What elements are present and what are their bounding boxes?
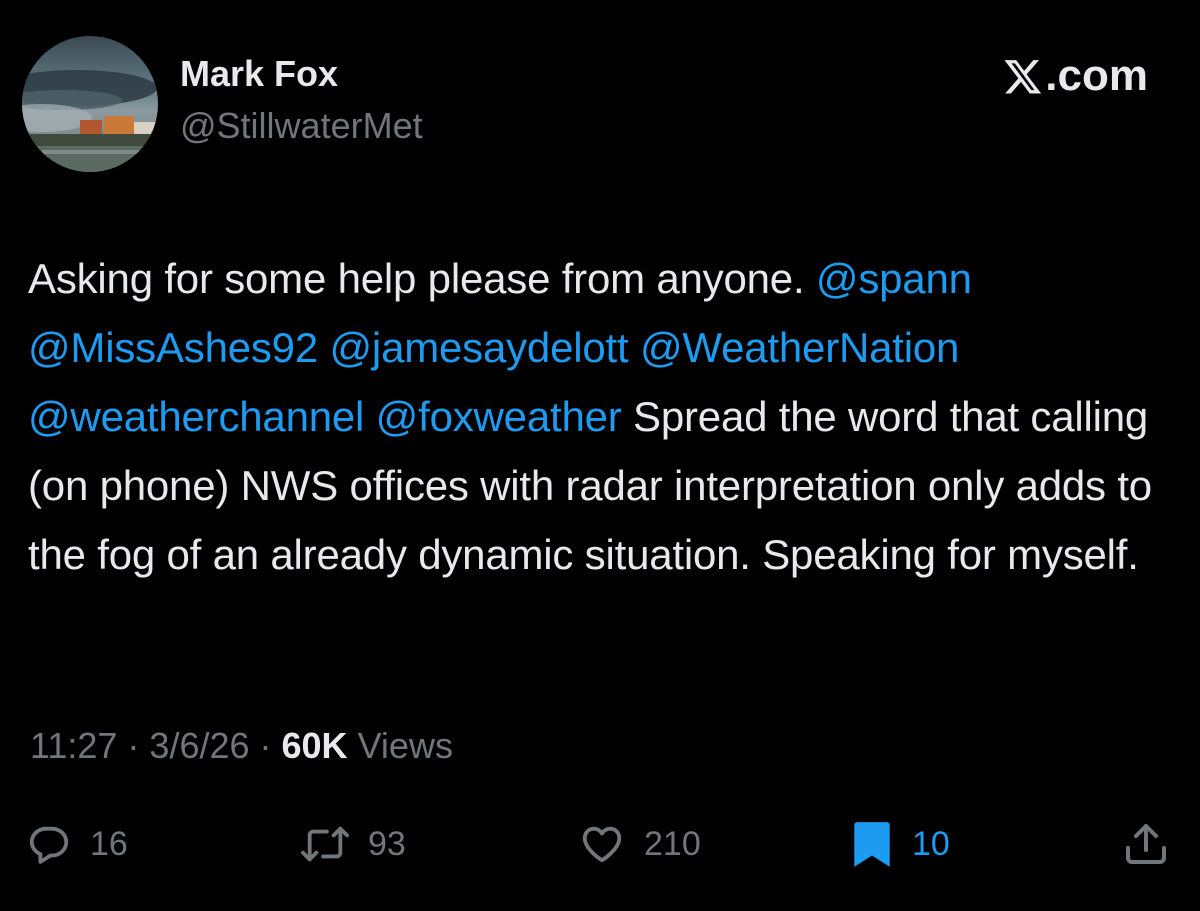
tweet-text: Asking for some help please from anyone.… [28,244,1168,589]
tweet-text-segment [318,324,329,371]
author-block[interactable]: Mark Fox @StillwaterMet [180,52,423,148]
tweet-meta: 11:27 · 3/6/26 · 60K Views [30,722,453,770]
repost-icon [301,826,349,862]
meta-separator: · [249,725,282,766]
reply-count: 16 [90,824,128,863]
mention-link[interactable]: @weatherchannel [28,393,364,440]
brand-domain: .com [1045,51,1148,100]
x-logo-icon [1004,60,1042,94]
tweet-date[interactable]: 3/6/26 [149,725,249,766]
action-bar: 16 93 210 10 [0,812,1200,876]
display-name[interactable]: Mark Fox [180,52,423,96]
avatar-storm-photo-icon [22,36,158,172]
views-label: Views [347,725,453,766]
bookmark-icon [854,822,890,867]
repost-button[interactable]: 93 [300,812,406,876]
avatar[interactable] [22,36,158,172]
bookmark-button[interactable]: 10 [850,812,950,876]
tweet-header: Mark Fox @StillwaterMet .com [0,0,1200,200]
repost-count: 93 [368,824,406,863]
like-button[interactable]: 210 [578,812,701,876]
meta-separator: · [117,725,150,766]
user-handle[interactable]: @StillwaterMet [180,104,423,148]
heart-icon [582,826,622,863]
like-count: 210 [644,824,701,863]
tweet-text-segment [364,393,375,440]
share-icon [1126,824,1166,864]
tweet-text-segment [628,324,639,371]
bookmark-count: 10 [912,824,950,863]
reply-icon [29,826,69,864]
reply-button[interactable]: 16 [26,812,128,876]
views-count: 60K [281,725,348,766]
mention-link[interactable]: @jamesaydelott [330,324,629,371]
mention-link[interactable]: @WeatherNation [640,324,959,371]
brand-watermark: .com [1003,50,1148,102]
mention-link[interactable]: @spann [816,255,972,302]
tweet-time[interactable]: 11:27 [30,725,117,766]
tweet-text-segment: Asking for some help please from anyone. [28,255,816,302]
share-button[interactable] [1122,812,1170,876]
mention-link[interactable]: @MissAshes92 [28,324,318,371]
mention-link[interactable]: @foxweather [376,393,622,440]
